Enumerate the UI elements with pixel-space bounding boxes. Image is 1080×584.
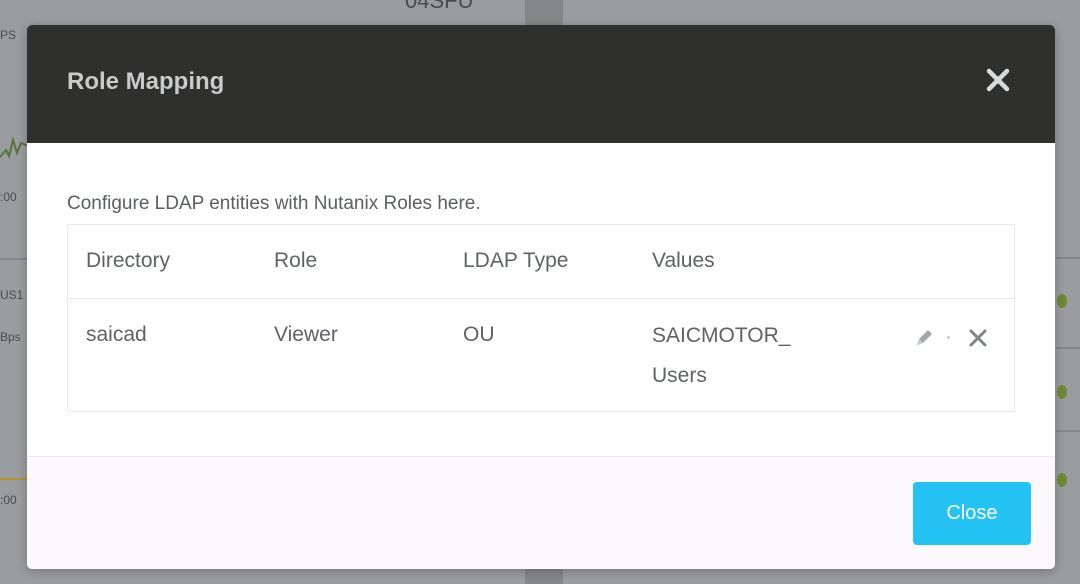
ldap-type-cell: OU xyxy=(463,323,495,346)
background-label: US1 xyxy=(0,288,24,302)
status-dot-icon xyxy=(1057,294,1067,308)
background-label: Bps xyxy=(0,330,21,344)
background-label: :00 xyxy=(0,190,17,204)
close-button[interactable]: Close xyxy=(913,482,1031,545)
dialog-description: Configure LDAP entities with Nutanix Rol… xyxy=(67,193,481,214)
background-label: :00 xyxy=(0,493,17,507)
background-sparkline xyxy=(0,136,28,159)
dialog-title: Role Mapping xyxy=(67,68,225,95)
column-header-ldap-type: LDAP Type xyxy=(463,249,569,272)
column-header-role: Role xyxy=(274,249,318,272)
edit-icon[interactable] xyxy=(912,326,936,350)
role-mapping-table: Directory Role LDAP Type Values saicad V… xyxy=(67,224,1015,412)
background-label: PS xyxy=(0,28,17,42)
dialog-body: Configure LDAP entities with Nutanix Rol… xyxy=(27,143,1055,456)
background-divider xyxy=(1056,257,1080,259)
role-cell: Viewer xyxy=(274,323,338,346)
column-header-directory: Directory xyxy=(86,249,171,272)
row-actions xyxy=(912,326,990,354)
role-mapping-dialog: Role Mapping Configure LDAP entities wit… xyxy=(27,25,1055,569)
table-row: saicad Viewer OU SAICMOTOR_ Users xyxy=(68,299,1014,411)
background-divider xyxy=(0,258,27,260)
values-line: SAICMOTOR_ xyxy=(652,324,791,347)
table-header: Directory Role LDAP Type Values xyxy=(68,225,1014,299)
status-dot-icon xyxy=(1057,385,1067,399)
values-cell: SAICMOTOR_ Users xyxy=(652,316,832,396)
dialog-footer: Close xyxy=(27,456,1055,569)
directory-cell: saicad xyxy=(86,323,147,346)
values-line: Users xyxy=(652,364,707,387)
delete-icon[interactable] xyxy=(966,326,990,350)
close-icon[interactable] xyxy=(983,65,1013,95)
action-separator xyxy=(947,336,950,339)
background-metric-label: 04SFU xyxy=(405,0,474,13)
background-divider xyxy=(1056,347,1080,349)
dialog-header: Role Mapping xyxy=(27,25,1055,143)
background-divider xyxy=(1056,430,1080,432)
status-dot-icon xyxy=(1057,473,1067,487)
column-header-values: Values xyxy=(652,249,715,272)
background-chart-line xyxy=(0,478,27,480)
